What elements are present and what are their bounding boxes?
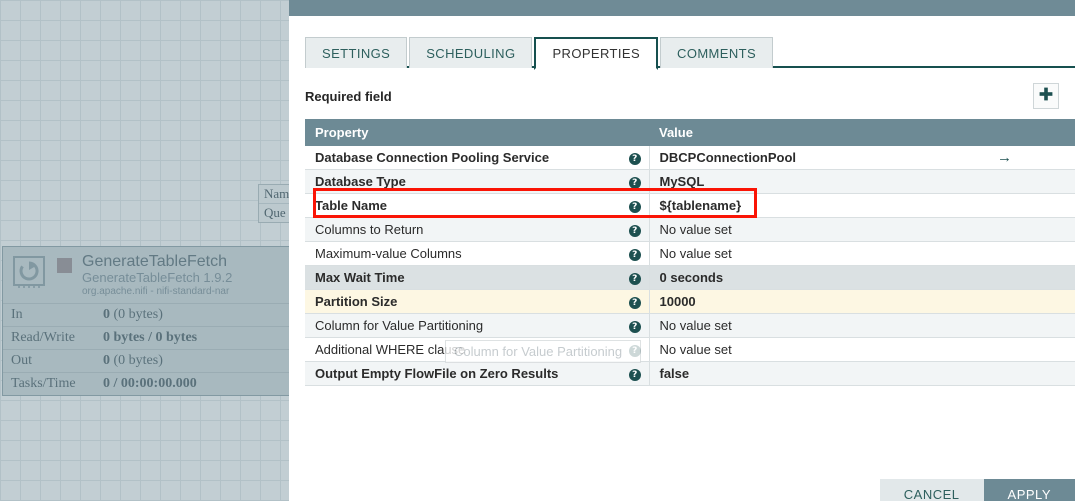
processor-generatetablefetch[interactable]: GenerateTableFetch GenerateTableFetch 1.… (2, 246, 289, 396)
properties-table-header-row: Property Value (305, 119, 1075, 146)
help-question-icon[interactable]: ? (621, 146, 650, 170)
processor-refresh-icon (10, 253, 48, 291)
help-question-icon[interactable]: ? (621, 313, 650, 338)
property-name: Column for Value Partitioning (305, 313, 621, 338)
row-extra (985, 265, 1075, 290)
stat-row: In 0 (0 bytes) (3, 304, 289, 327)
property-value[interactable]: 0 seconds (649, 265, 985, 290)
stat-value: 0 / 00:00:00.000 (103, 375, 197, 393)
help-question-icon[interactable]: ? (621, 361, 650, 386)
stat-value-suffix: (0 bytes) (110, 353, 163, 368)
nifi-canvas[interactable]: Nam Que GenerateTableFetch GenerateTable… (0, 0, 289, 501)
property-value[interactable]: No value set (649, 217, 985, 242)
row-extra (985, 217, 1075, 242)
column-header-property[interactable]: Property (305, 119, 649, 146)
stat-label: Tasks/Time (11, 376, 76, 391)
help-question-icon[interactable]: ? (621, 265, 650, 290)
stat-value-number: 0 bytes / 0 bytes (103, 330, 198, 345)
connection-label-name: Nam (259, 185, 289, 204)
stat-value-number: 0 / 00:00:00.000 (103, 376, 197, 391)
table-row[interactable]: Additional WHERE clause ? No value set (305, 337, 1075, 362)
stat-label: Read/Write (11, 330, 75, 345)
stat-value-suffix: (0 bytes) (110, 307, 163, 322)
property-value[interactable]: ${tablename} (649, 193, 985, 218)
stat-row: Out 0 (0 bytes) (3, 350, 289, 373)
cancel-button[interactable]: CANCEL (879, 479, 984, 501)
tab-properties[interactable]: PROPERTIES (534, 37, 659, 70)
dialog-footer: CANCEL APPLY (879, 479, 1075, 501)
table-row[interactable]: Database Type ? MySQL (305, 169, 1075, 194)
column-header-extra (985, 119, 1075, 146)
property-value[interactable]: No value set (649, 313, 985, 338)
property-name: Max Wait Time (305, 265, 621, 290)
add-property-button[interactable] (1033, 83, 1059, 109)
stat-value-number: 0 (103, 307, 110, 322)
dialog-tab-bar: SETTINGS SCHEDULING PROPERTIES COMMENTS (305, 37, 1075, 70)
processor-titles: GenerateTableFetch GenerateTableFetch 1.… (82, 253, 232, 298)
column-header-value[interactable]: Value (649, 119, 985, 146)
tab-comments[interactable]: COMMENTS (660, 37, 774, 68)
help-question-icon[interactable]: ? (621, 241, 650, 266)
go-to-service-arrow-icon[interactable]: → (985, 146, 1075, 170)
row-extra (985, 193, 1075, 218)
connection-label[interactable]: Nam Que (258, 184, 289, 223)
processor-bundle: org.apache.nifi - nifi-standard-nar (82, 286, 230, 297)
property-name: Partition Size (305, 289, 621, 314)
stat-value-number: 0 (103, 353, 110, 368)
table-row[interactable]: Table Name ? ${tablename} (305, 193, 1075, 218)
property-value[interactable]: No value set (649, 241, 985, 266)
apply-button[interactable]: APPLY (983, 479, 1075, 501)
tab-settings[interactable]: SETTINGS (305, 37, 408, 68)
stat-value: 0 (0 bytes) (103, 306, 163, 324)
property-name: Columns to Return (305, 217, 621, 242)
property-value[interactable]: No value set (649, 337, 985, 362)
stat-label: In (11, 307, 23, 322)
row-extra (985, 361, 1075, 386)
help-question-icon[interactable]: ? (621, 193, 650, 218)
table-row[interactable]: Partition Size ? 10000 (305, 289, 1075, 314)
property-name: Maximum-value Columns (305, 241, 621, 266)
row-extra (985, 169, 1075, 194)
property-value[interactable]: false (649, 361, 985, 386)
required-field-bar: Required field (305, 81, 1059, 111)
help-question-icon[interactable]: ? (621, 169, 650, 194)
connection-label-queued: Que (264, 205, 286, 220)
table-row[interactable]: Output Empty FlowFile on Zero Results ? … (305, 361, 1075, 386)
stat-label: Out (11, 353, 32, 368)
plus-icon (1038, 86, 1054, 107)
required-field-label: Required field (305, 88, 392, 104)
processor-configuration-dialog: SETTINGS SCHEDULING PROPERTIES COMMENTS … (289, 0, 1075, 501)
property-name: Database Type (305, 169, 621, 194)
table-row[interactable]: Column for Value Partitioning ? No value… (305, 313, 1075, 338)
dialog-title-bar (289, 0, 1075, 16)
stat-value: 0 bytes / 0 bytes (103, 329, 197, 347)
row-extra (985, 337, 1075, 362)
table-row[interactable]: Max Wait Time ? 0 seconds (305, 265, 1075, 290)
processor-name: GenerateTableFetch (82, 253, 227, 270)
property-value[interactable]: DBCPConnectionPool (649, 146, 985, 170)
stopped-square-icon (57, 258, 72, 273)
processor-type-version: GenerateTableFetch 1.9.2 (82, 270, 233, 285)
help-question-icon[interactable]: ? (621, 217, 650, 242)
tab-scheduling[interactable]: SCHEDULING (409, 37, 533, 68)
row-extra (985, 241, 1075, 266)
property-name: Table Name (305, 193, 621, 218)
property-drag-ghost-tooltip: Column for Value Partitioning (445, 340, 641, 363)
help-question-icon[interactable]: ? (621, 289, 650, 314)
stat-value: 0 (0 bytes) (103, 352, 163, 370)
stat-row: Read/Write 0 bytes / 0 bytes (3, 327, 289, 350)
property-value[interactable]: MySQL (649, 169, 985, 194)
table-row[interactable]: Columns to Return ? No value set (305, 217, 1075, 242)
table-row[interactable]: Maximum-value Columns ? No value set (305, 241, 1075, 266)
processor-stats: In 0 (0 bytes) Read/Write 0 bytes / 0 by… (3, 303, 289, 395)
stat-row: Tasks/Time 0 / 00:00:00.000 (3, 373, 289, 395)
properties-table: Property Value Database Connection Pooli… (305, 119, 1075, 386)
property-value[interactable]: 10000 (649, 289, 985, 314)
row-extra (985, 289, 1075, 314)
property-name: Output Empty FlowFile on Zero Results (305, 361, 621, 386)
property-name: Database Connection Pooling Service (305, 146, 621, 170)
processor-header: GenerateTableFetch GenerateTableFetch 1.… (3, 247, 289, 303)
table-row[interactable]: Database Connection Pooling Service ? DB… (305, 146, 1075, 170)
row-extra (985, 313, 1075, 338)
